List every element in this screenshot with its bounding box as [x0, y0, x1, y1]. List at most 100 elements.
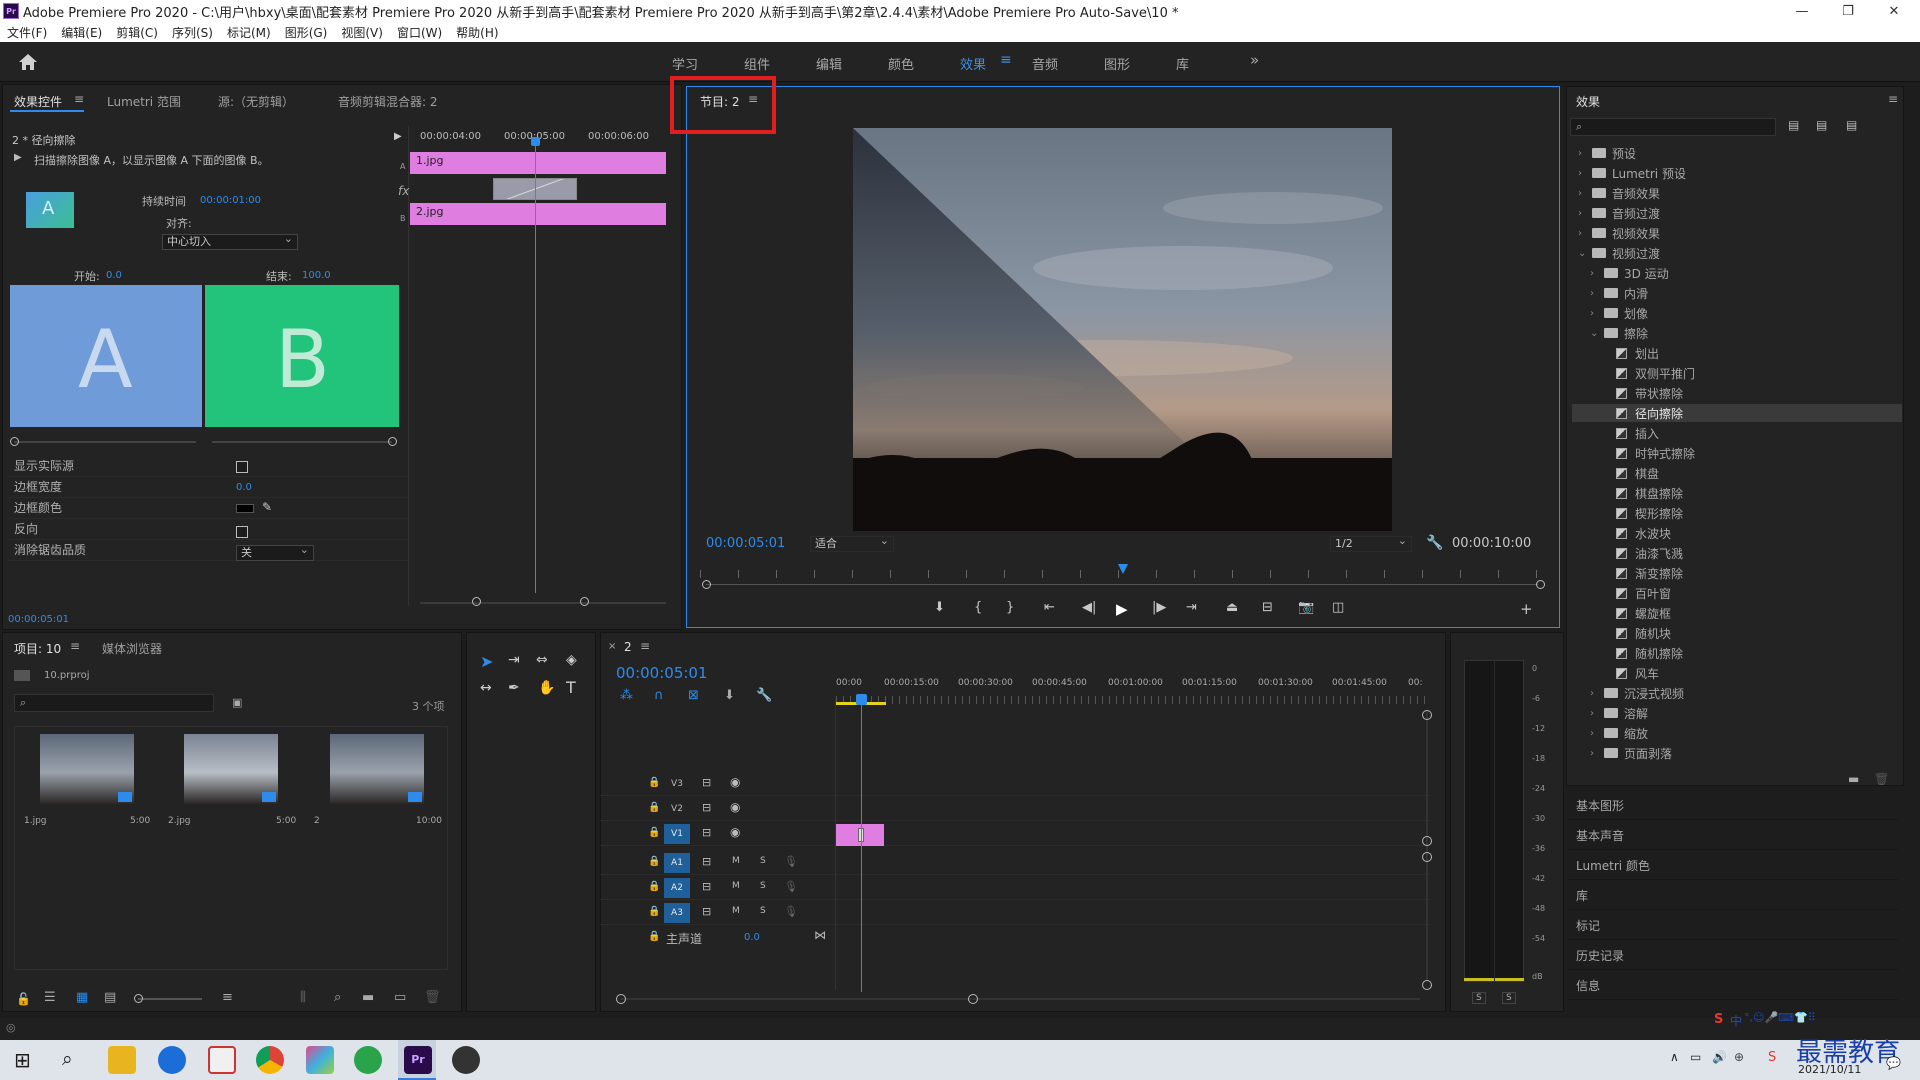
panel-info[interactable]: 信息 [1568, 972, 1898, 1000]
effects-tree-item[interactable]: 随机擦除 [1572, 644, 1902, 662]
close-button[interactable]: ✕ [1872, 0, 1916, 22]
new-bin-from-search-icon[interactable]: ▣ [232, 696, 242, 709]
h-scroll-handle-left[interactable] [616, 994, 626, 1004]
tray-chevron-icon[interactable]: ∧ [1670, 1050, 1679, 1064]
volume-icon[interactable]: 🔊 [1712, 1050, 1727, 1064]
type-tool-icon[interactable]: T [566, 678, 576, 697]
sogou-ime-icon[interactable]: S [1714, 1012, 1723, 1027]
extract-icon[interactable]: ⊟ [1262, 600, 1273, 615]
icon-view-icon[interactable]: ▦ [76, 990, 88, 1005]
program-zoom-right-handle[interactable] [1536, 580, 1545, 589]
h-scroll-handle-right[interactable] [968, 994, 978, 1004]
microphone-icon[interactable]: 🎙 [784, 855, 798, 868]
add-marker-icon[interactable]: ⬇ [934, 600, 945, 615]
ime-tray-icon[interactable]: ⊕ [1734, 1050, 1744, 1064]
mute-button[interactable]: M [732, 856, 740, 866]
step-forward-icon[interactable]: |▶ [1152, 600, 1166, 615]
network-icon[interactable]: ▭ [1690, 1050, 1701, 1064]
effects-tree-item[interactable]: › 缩放 [1572, 724, 1902, 742]
tab-effect-controls[interactable]: 效果控件 [14, 93, 62, 110]
mute-button[interactable]: M [732, 881, 740, 891]
nest-icon[interactable]: ⁂ [620, 688, 633, 703]
settings-wrench-icon[interactable]: 🔧 [1426, 535, 1443, 551]
menu-window[interactable]: 窗口(W) [390, 24, 449, 41]
timeline-playhead-handle[interactable] [856, 694, 867, 705]
effects-tree-item[interactable]: 径向擦除 [1572, 404, 1902, 422]
v-scroll-handle[interactable] [1422, 852, 1432, 862]
ime-mode[interactable]: 中 [1730, 1012, 1742, 1029]
chevron-down-icon[interactable]: ⌄ [1578, 248, 1592, 259]
chrome-browser-icon[interactable] [256, 1046, 284, 1074]
workspace-tab-libraries[interactable]: 库 [1176, 54, 1189, 73]
close-sequence-icon[interactable]: × [608, 641, 616, 652]
effects-tree-item[interactable]: 风车 [1572, 664, 1902, 682]
thumbnail-size-slider[interactable] [138, 998, 202, 1000]
solo-left-button[interactable]: S [1472, 992, 1486, 1004]
tab-project[interactable]: 项目: 10 [14, 640, 61, 657]
start-value[interactable]: 0.0 [106, 270, 122, 281]
start-slider-track[interactable] [14, 441, 196, 443]
effects-tree-item[interactable]: 插入 [1572, 424, 1902, 442]
v-scroll-handle[interactable] [1422, 710, 1432, 720]
effects-tree-item[interactable]: 渐变擦除 [1572, 564, 1902, 582]
panel-lumetri-color[interactable]: Lumetri 颜色 [1568, 852, 1898, 880]
new-item-icon[interactable]: ▭ [394, 990, 406, 1005]
track-target-v1[interactable]: V1 [664, 824, 690, 844]
panel-markers[interactable]: 标记 [1568, 912, 1898, 940]
effects-search-input[interactable] [1570, 118, 1776, 136]
slip-tool-icon[interactable]: ↔ [480, 680, 492, 696]
v-scroll-handle[interactable] [1422, 836, 1432, 846]
taskbar-search-icon[interactable]: ⌕ [62, 1048, 73, 1070]
freeform-view-icon[interactable]: ▤ [104, 990, 116, 1005]
border-color-swatch[interactable] [236, 504, 254, 513]
mini-scrollbar[interactable] [420, 602, 666, 604]
razor-tool-icon[interactable]: ◈ [566, 652, 577, 668]
workspace-overflow-icon[interactable]: » [1250, 51, 1259, 69]
ripple-edit-tool-icon[interactable]: ⇔ [536, 652, 548, 668]
track-lock-icon[interactable]: 🔒 [648, 827, 660, 838]
chevron-down-icon[interactable]: ⌄ [1590, 328, 1604, 339]
master-volume-value[interactable]: 0.0 [744, 932, 760, 943]
track-lock-icon[interactable]: 🔒 [648, 802, 660, 813]
edge-browser-icon[interactable] [158, 1046, 186, 1074]
tab-program[interactable]: 节目: 2 [700, 93, 740, 110]
effects-tree-item[interactable]: › 沉浸式视频 [1572, 684, 1902, 702]
panel-essential-graphics[interactable]: 基本图形 [1568, 792, 1898, 820]
effects-tree-item[interactable]: › 划像 [1572, 304, 1902, 322]
duration-value[interactable]: 00:00:01:00 [200, 195, 261, 206]
effects-tree-item[interactable]: 楔形擦除 [1572, 504, 1902, 522]
track-lock-icon[interactable]: 🔒 [648, 856, 660, 867]
solo-button[interactable]: S [760, 906, 766, 916]
eye-icon[interactable]: ◉ [730, 775, 740, 789]
chevron-right-icon[interactable]: › [1578, 208, 1592, 219]
32bit-effects-icon[interactable]: ▤ [1816, 118, 1827, 132]
effects-tree-item[interactable]: 水波块 [1572, 524, 1902, 542]
effect-controls-timecode[interactable]: 00:00:05:01 [8, 614, 69, 625]
selection-tool-icon[interactable]: ➤ [480, 652, 493, 671]
minimize-button[interactable]: — [1780, 0, 1824, 22]
menu-graphics[interactable]: 图形(G) [278, 24, 335, 41]
chevron-right-icon[interactable]: › [1578, 148, 1592, 159]
mini-playhead[interactable] [535, 141, 536, 593]
reverse-checkbox[interactable] [236, 526, 248, 538]
panel-history[interactable]: 历史记录 [1568, 942, 1898, 970]
chevron-right-icon[interactable]: › [1590, 728, 1604, 739]
effects-tree-item[interactable]: 带状擦除 [1572, 384, 1902, 402]
track-target-a2[interactable]: A2 [664, 878, 690, 898]
track-lock-icon[interactable]: 🔒 [648, 881, 660, 892]
program-zoom-left-handle[interactable] [702, 580, 711, 589]
tab-lumetri-scopes[interactable]: Lumetri 范围 [107, 93, 181, 110]
pen-tool-icon[interactable]: ✒ [508, 680, 520, 696]
end-slider-track[interactable] [212, 441, 392, 443]
timeline-playhead-line[interactable] [861, 700, 862, 992]
mini-scroll-handle-right[interactable] [580, 597, 589, 606]
solo-button[interactable]: S [760, 881, 766, 891]
effects-tree-item[interactable]: › 预设 [1572, 144, 1902, 162]
eyedropper-icon[interactable]: ✎ [262, 500, 272, 514]
tab-source[interactable]: 源:（无剪辑） [218, 93, 294, 110]
chevron-right-icon[interactable]: › [1578, 228, 1592, 239]
resolution-dropdown[interactable]: 1/2 [1330, 534, 1412, 552]
align-dropdown[interactable]: 中心切入 [162, 232, 298, 250]
menu-marker[interactable]: 标记(M) [220, 24, 278, 41]
timeline-settings-icon[interactable]: 🔧 [756, 688, 772, 703]
